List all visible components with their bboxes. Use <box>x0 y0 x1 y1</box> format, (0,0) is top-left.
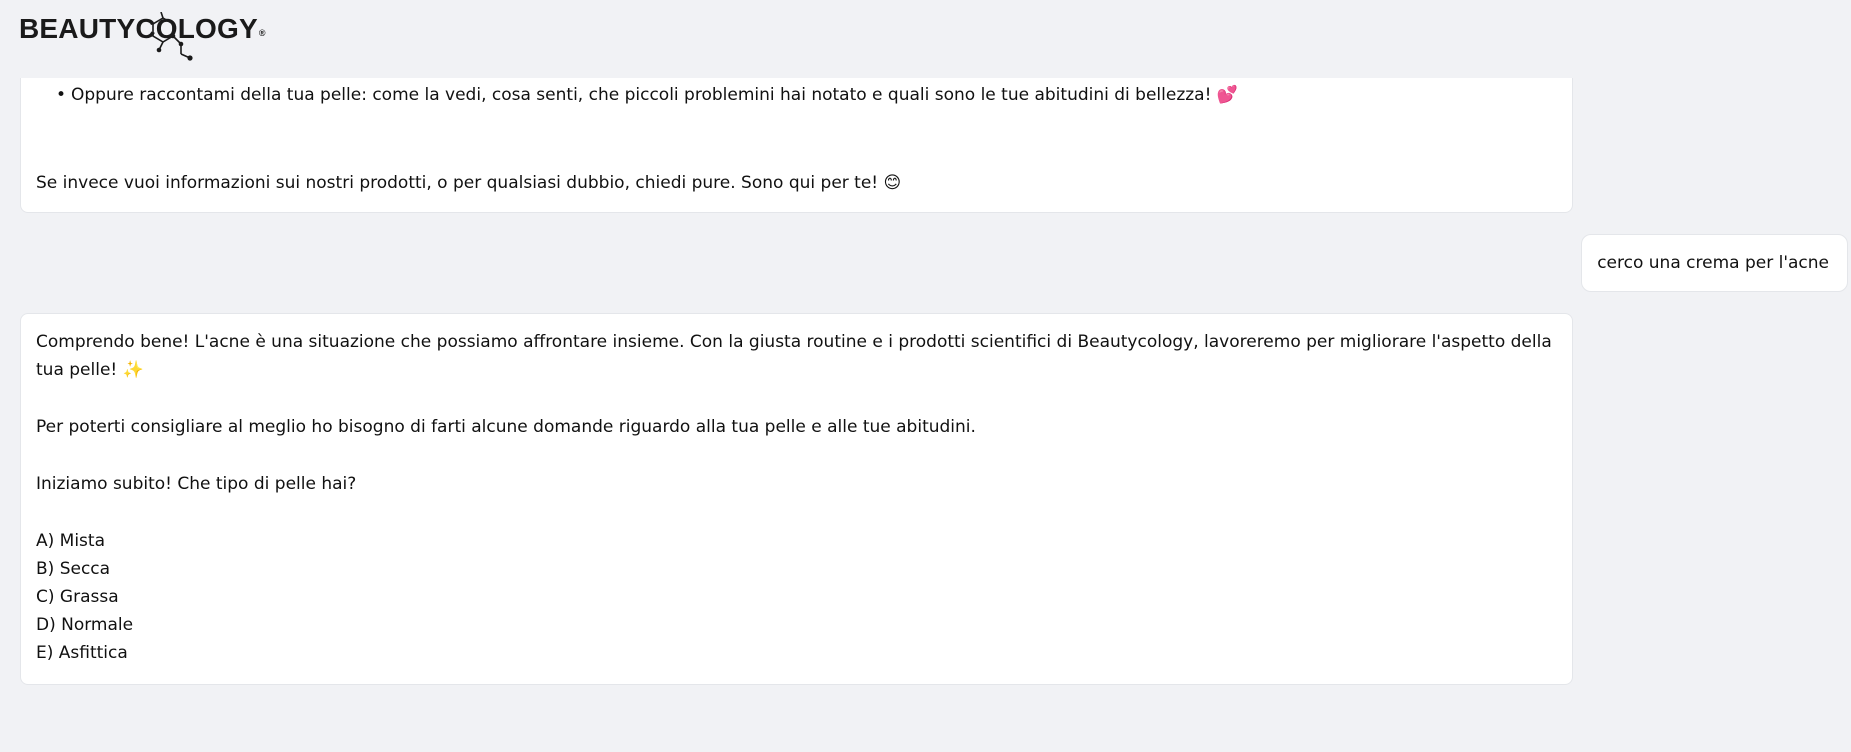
closing-text: Se invece vuoi informazioni sui nostri p… <box>36 173 902 193</box>
user-message: cerco una crema per l'acne <box>1581 234 1848 292</box>
bullet-item: • Oppure raccontami della tua pelle: com… <box>56 81 1557 109</box>
question-text: Iniziamo subito! Che tipo di pelle hai? <box>36 474 357 494</box>
chat-area: • Oppure raccontami della tua pelle: com… <box>0 0 1851 752</box>
option-e: E) Asfittica <box>36 643 128 663</box>
brand-logo[interactable]: BEAUTYCOLOGY® <box>19 12 266 62</box>
bullet-text: Oppure raccontami della tua pelle: come … <box>71 85 1238 105</box>
option-a: A) Mista <box>36 531 105 551</box>
intro-text: Comprendo bene! L'acne è una situazione … <box>36 332 1552 380</box>
bullet-dot: • <box>56 85 67 105</box>
need-text: Per poterti consigliare al meglio ho bis… <box>36 417 976 437</box>
option-d: D) Normale <box>36 615 134 635</box>
bot-message: Comprendo bene! L'acne è una situazione … <box>20 313 1573 685</box>
option-c: C) Grassa <box>36 587 119 607</box>
option-b: B) Secca <box>36 559 111 579</box>
logo-wordmark: BEAUTYCOLOGY® <box>19 13 266 44</box>
user-message-text: cerco una crema per l'acne <box>1597 253 1829 273</box>
header: BEAUTYCOLOGY® <box>0 0 1851 78</box>
